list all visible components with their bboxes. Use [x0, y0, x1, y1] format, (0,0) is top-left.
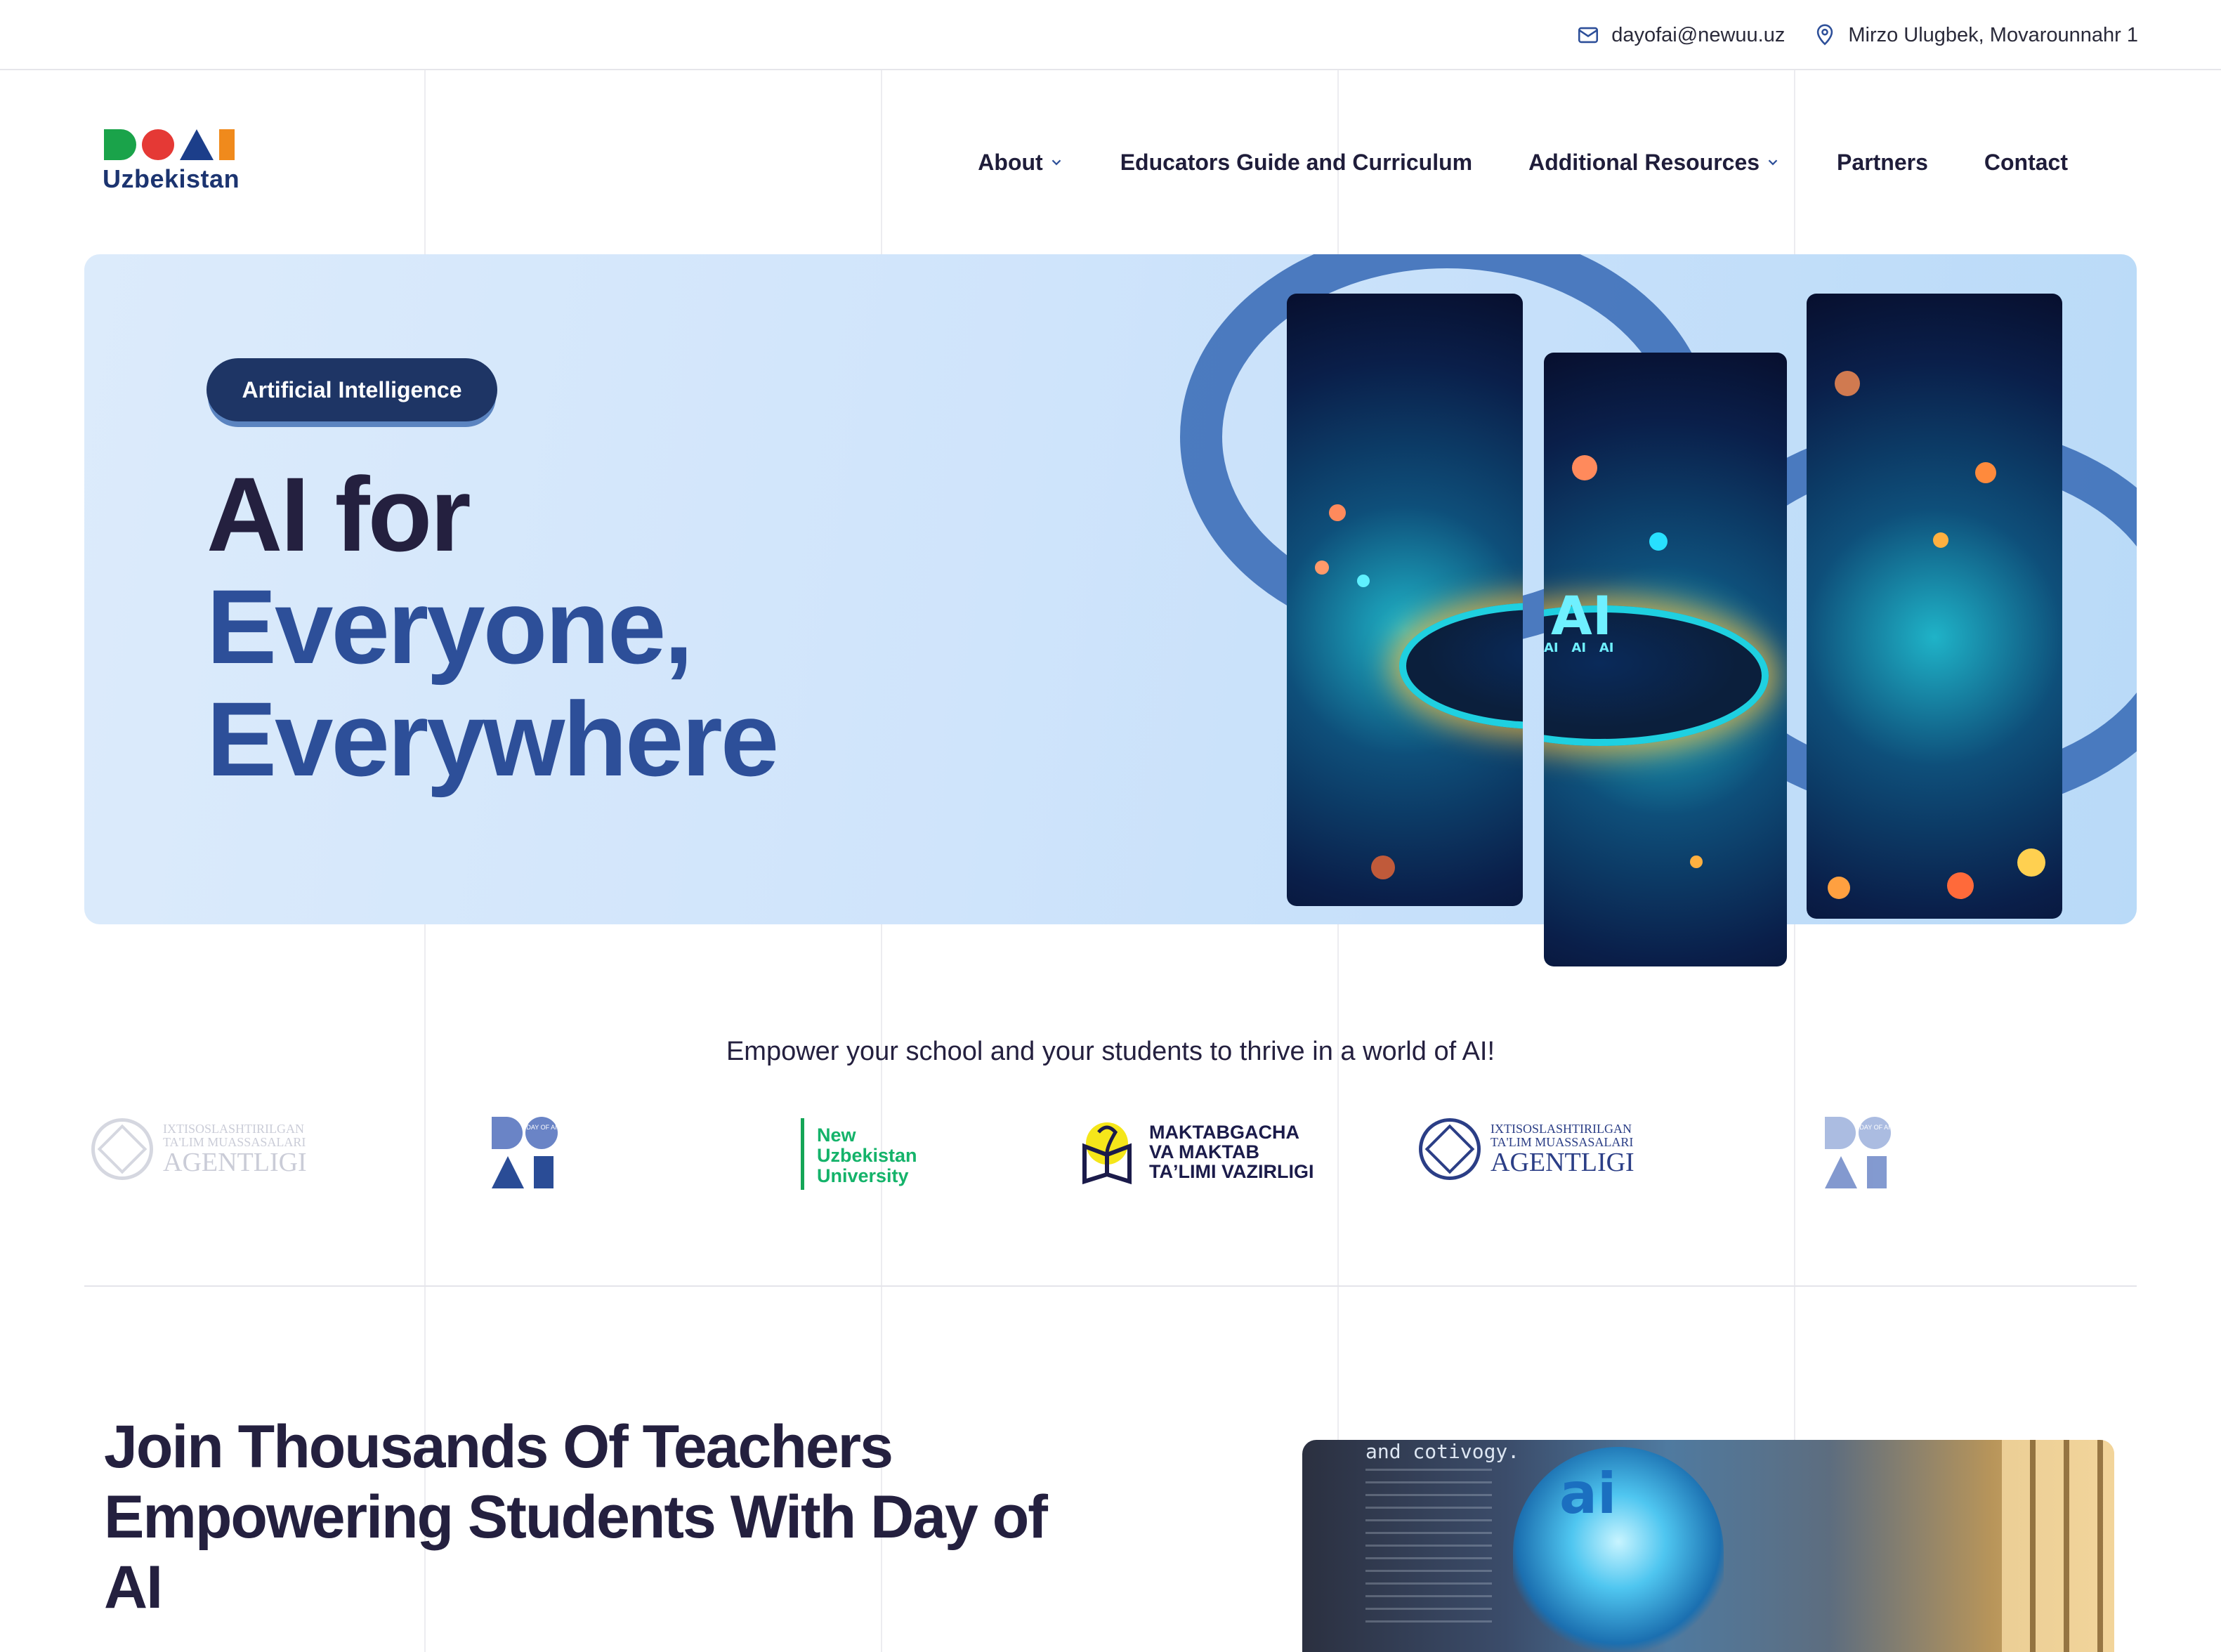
top-bar: dayofai@newuu.uz Mirzo Ulugbek, Movaroun… [0, 0, 2221, 70]
join-section-title: Join Thousands Of Teachers Empowering St… [104, 1413, 1048, 1621]
light-dot [1315, 560, 1329, 575]
day-of-ai-logo-icon: DAY OF AI [492, 1117, 562, 1190]
light-dot [1357, 575, 1370, 587]
contact-info: dayofai@newuu.uz Mirzo Ulugbek, Movaroun… [1576, 0, 2138, 70]
nav-item-educators-guide[interactable]: Educators Guide and Curriculum [1120, 150, 1472, 176]
window-graphic [2002, 1440, 2114, 1652]
chevron-down-icon [1051, 159, 1061, 166]
logo-bar-shape [534, 1156, 553, 1188]
nav-label: Additional Resources [1528, 149, 1760, 175]
email-text: dayofai@newuu.uz [1611, 23, 1786, 46]
nav-label: Contact [1984, 149, 2068, 175]
partner-logo-ministry[interactable]: MAKTABGACHA VA MAKTAB TAʼLIMI VAZIRLIGI [1079, 1118, 1313, 1186]
hero-banner: Artificial Intelligence AI for Everyone,… [84, 254, 2137, 966]
mail-icon [1578, 27, 1599, 44]
partner-text: Uzbekistan [817, 1145, 917, 1166]
partner-text: University [817, 1165, 909, 1186]
partner-name: New Uzbekistan University [817, 1118, 917, 1186]
partner-text: VA MAKTAB [1149, 1141, 1259, 1162]
hero-title-line-3: Everywhere [207, 680, 779, 798]
logo-circle-shape [142, 129, 174, 160]
ai-chip-sublabel: AI AI AI [1544, 641, 1614, 655]
light-dot [1947, 872, 1974, 899]
partner-logo-day-of-ai-faded[interactable]: DAY OF AI [1825, 1117, 1895, 1190]
logo-triangle-shape [180, 129, 214, 160]
logo-shapes [103, 128, 243, 162]
main-nav: About Educators Guide and Curriculum Add… [978, 70, 2068, 254]
glowing-chip-graphic [1399, 603, 1523, 729]
emblem-icon [1419, 1118, 1481, 1180]
logo-bar-shape [1867, 1156, 1887, 1188]
hero-image-panel-center: AI AI AI AI [1544, 353, 1787, 966]
logo-triangle-shape [492, 1156, 524, 1188]
nav-item-additional-resources[interactable]: Additional Resources [1528, 150, 1781, 176]
logo-bar-shape [219, 129, 235, 160]
site-logo[interactable]: Uzbekistan [103, 128, 243, 198]
partner-text: New [817, 1125, 856, 1146]
logo-triangle-shape [1825, 1156, 1857, 1188]
light-dot [1371, 855, 1395, 879]
partner-logo-ixtisos[interactable]: IXTISOSLASHTIRILGAN TA'LIM MUASSASALARI … [1419, 1118, 1634, 1180]
light-dot [1329, 504, 1346, 521]
nav-label: About [978, 149, 1043, 175]
light-dot [1933, 532, 1948, 548]
location-pin-icon [1817, 24, 1833, 46]
light-dot [1828, 877, 1850, 899]
logo-small-text: DAY OF AI [1859, 1124, 1890, 1131]
partner-name: MAKTABGACHA VA MAKTAB TAʼLIMI VAZIRLIGI [1149, 1122, 1313, 1181]
day-of-ai-logo-icon: DAY OF AI [1825, 1117, 1895, 1190]
logo-d-shape [492, 1117, 523, 1149]
section-divider [84, 1285, 2137, 1287]
partner-text: TAʼLIMI VAZIRLIGI [1149, 1161, 1314, 1182]
partner-text: AGENTLIGI [163, 1148, 307, 1177]
nav-item-partners[interactable]: Partners [1837, 150, 1928, 176]
chevron-down-icon [1768, 159, 1778, 166]
logo-d-shape [104, 129, 136, 160]
partner-text: AGENTLIGI [1491, 1148, 1634, 1177]
email-link[interactable]: dayofai@newuu.uz [1576, 23, 1785, 47]
category-badge: Artificial Intelligence [207, 358, 497, 421]
hero-title-line-1: AI for [207, 455, 471, 573]
hero-title-line-2: Everyone, [207, 568, 693, 686]
ai-head-graphic [1513, 1447, 1724, 1652]
logo-d-shape [1825, 1117, 1856, 1149]
nav-label: Partners [1837, 149, 1928, 175]
book-emblem-icon [1082, 1122, 1132, 1185]
light-dot [1975, 462, 1996, 483]
hero-image-panel-right [1807, 294, 2062, 919]
logo-small-text: DAY OF AI [526, 1124, 557, 1131]
logo-circle-shape: DAY OF AI [1859, 1117, 1891, 1149]
partner-logo-ixtisos-faded[interactable]: IXTISOSLASHTIRILGAN TA'LIM MUASSASALARI … [91, 1118, 307, 1180]
light-dot [2017, 848, 2045, 877]
partner-text: IXTISOSLASHTIRILGAN [163, 1122, 304, 1136]
light-dot [1649, 532, 1668, 551]
classroom-ai-image: and cotivogy. ai [1302, 1440, 2114, 1652]
light-dot [1690, 855, 1703, 868]
partner-text: MAKTABGACHA [1149, 1122, 1299, 1143]
logo-divider [801, 1118, 804, 1190]
nav-item-contact[interactable]: Contact [1984, 150, 2068, 176]
chalkboard-scribble [1365, 1468, 1492, 1622]
light-dot [1835, 371, 1860, 396]
chalkboard-text: and cotivogy. [1365, 1440, 1520, 1463]
partners-tagline: Empower your school and your students to… [726, 1037, 1495, 1066]
ai-head-label: ai [1559, 1461, 1617, 1526]
address-text: Mirzo Ulugbek, Movarounnahr 1 [1848, 23, 2138, 46]
emblem-icon [91, 1118, 153, 1180]
nav-label: Educators Guide and Curriculum [1120, 149, 1473, 175]
light-dot [1572, 455, 1597, 480]
nav-item-about[interactable]: About [978, 150, 1063, 176]
hero-image-panel-left [1287, 294, 1523, 906]
ai-chip-label: AI [1551, 584, 1613, 647]
address-link[interactable]: Mirzo Ulugbek, Movarounnahr 1 [1813, 23, 2138, 47]
logo-circle-shape: DAY OF AI [525, 1117, 558, 1149]
partner-text: IXTISOSLASHTIRILGAN [1491, 1122, 1632, 1136]
site-header: Uzbekistan About Educators Guide and Cur… [0, 70, 2221, 254]
partner-logo-new-uzbekistan-university[interactable]: New Uzbekistan University [801, 1118, 917, 1190]
partner-logo-day-of-ai[interactable]: DAY OF AI [492, 1117, 562, 1190]
logo-wordmark: Uzbekistan [103, 164, 240, 193]
